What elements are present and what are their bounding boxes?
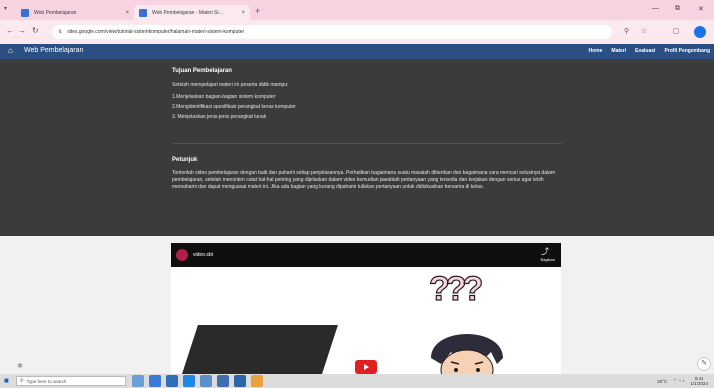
taskbar-search[interactable]: ⚲ Type here to search — [16, 376, 126, 386]
app-icon[interactable] — [183, 375, 195, 387]
browser-tab-strip: ▾ Web Pembelajaran × Web Pembelajaran - … — [0, 0, 714, 20]
app-icon[interactable] — [166, 375, 178, 387]
system-tray: 29°C ⌃ ◔ ♪ 9:41 1/1/2024 — [657, 376, 708, 386]
app-icon[interactable] — [217, 375, 229, 387]
weather-text[interactable]: 29°C — [657, 379, 667, 384]
start-button[interactable]: ■ — [4, 377, 9, 385]
objective-item: 2.Mengidentifikasi spesifikasi perangkat… — [172, 104, 296, 110]
taskbar-clock[interactable]: 9:41 1/1/2024 — [690, 376, 708, 386]
nav-materi[interactable]: Materi — [611, 48, 626, 54]
site-navbar: ⌂ Web Pembelajaran Home Materi Evaluasi … — [0, 44, 714, 59]
close-window-button[interactable]: ✕ — [698, 5, 704, 13]
objectives-block: Tujuan Pembelajaran Setelah mempelajari … — [172, 68, 562, 122]
play-button[interactable] — [355, 360, 377, 374]
objective-item: 3. Menjelaskan jenis-jenis perangkat lun… — [172, 114, 267, 120]
video-channel-title[interactable]: video.sbt — [193, 252, 213, 258]
objectives-list: 1.Menjelaskan bagian-bagian sistem kompu… — [172, 92, 562, 122]
instructions-block: Petunjuk Tontonlah video pembelajaran de… — [172, 157, 562, 191]
taskbar-search-placeholder: Type here to search — [26, 378, 67, 384]
windows-taskbar: ■ ⚲ Type here to search 29°C ⌃ ◔ ♪ 9:41 … — [0, 374, 714, 388]
nav-evaluasi[interactable]: Evaluasi — [635, 48, 655, 54]
share-icon[interactable]: ⤴ — [541, 246, 549, 257]
forward-button[interactable]: → — [18, 26, 26, 36]
content-section: Tujuan Pembelajaran Setelah mempelajari … — [0, 59, 714, 236]
url-text: sites.google.com/view/tutorial-sistemkom… — [67, 29, 245, 35]
question-marks-illustration: ??? — [428, 269, 484, 308]
address-bar[interactable]: ⇅ sites.google.com/view/tutorial-sistemk… — [52, 25, 612, 39]
back-button[interactable]: ← — [6, 26, 14, 36]
app-icon[interactable] — [251, 375, 263, 387]
close-tab-icon[interactable]: × — [241, 10, 245, 16]
share-label[interactable]: Bagikan — [541, 257, 555, 262]
app-icon[interactable] — [234, 375, 246, 387]
confused-kid-illustration — [431, 334, 503, 374]
restore-button[interactable]: ⧉ — [675, 5, 680, 13]
instructions-text: Tontonlah video pembelajaran dengan baik… — [172, 170, 556, 190]
browser-tab-1-title: Web Pembelajaran — [34, 9, 77, 16]
laptop-illustration — [180, 325, 338, 374]
browser-toolbar: ← → ↻ ⇅ sites.google.com/view/tutorial-s… — [0, 20, 714, 44]
video-player[interactable]: video.sbt ⤴ Bagikan ??? — [171, 243, 561, 374]
new-tab-button[interactable]: + — [255, 5, 260, 17]
site-menu: Home Materi Evaluasi Profil Pengembang — [589, 48, 711, 54]
settings-icon[interactable]: ✱ — [17, 362, 23, 370]
browser-tab-1[interactable]: Web Pembelajaran × — [16, 5, 134, 20]
objectives-title: Tujuan Pembelajaran — [172, 68, 232, 74]
app-icon[interactable] — [149, 375, 161, 387]
nav-home[interactable]: Home — [589, 48, 603, 54]
side-panel-icon[interactable]: ▢ — [673, 27, 680, 37]
home-icon[interactable]: ⌂ — [8, 46, 13, 55]
channel-avatar[interactable] — [176, 249, 188, 261]
nav-profil-pengembang[interactable]: Profil Pengembang — [664, 48, 710, 54]
zoom-icon[interactable]: ⚲ — [624, 27, 629, 37]
instructions-title: Petunjuk — [172, 157, 198, 163]
close-tab-icon[interactable]: × — [125, 10, 129, 16]
tab-search-dropdown-icon[interactable]: ▾ — [4, 5, 7, 12]
tray-icons[interactable]: ⌃ ◔ ♪ — [673, 378, 684, 384]
edit-icon[interactable]: ✎ — [697, 357, 711, 371]
app-icon[interactable] — [132, 375, 144, 387]
site-brand[interactable]: Web Pembelajaran — [24, 47, 83, 54]
profile-avatar[interactable] — [694, 26, 706, 38]
site-info-icon[interactable]: ⇅ — [58, 29, 62, 35]
taskbar-apps — [132, 375, 263, 387]
clock-date: 1/1/2024 — [690, 381, 708, 386]
google-sites-favicon-icon — [139, 8, 147, 17]
google-sites-favicon-icon — [21, 8, 29, 17]
objective-item: 1.Menjelaskan bagian-bagian sistem kompu… — [172, 94, 276, 100]
browser-tab-2-title: Web Pembelajaran - Materi Si… — [152, 9, 224, 16]
reload-button[interactable]: ↻ — [32, 26, 39, 36]
minimize-button[interactable]: — — [652, 5, 659, 12]
section-divider — [172, 143, 562, 144]
objectives-intro: Setelah mempelajari materi ini peserta d… — [172, 82, 289, 88]
app-icon[interactable] — [200, 375, 212, 387]
bookmark-star-icon[interactable]: ☆ — [641, 27, 647, 37]
video-title-bar: video.sbt ⤴ Bagikan — [171, 243, 561, 267]
browser-tab-2[interactable]: Web Pembelajaran - Materi Si… × — [134, 5, 250, 20]
search-icon: ⚲ — [20, 378, 24, 384]
